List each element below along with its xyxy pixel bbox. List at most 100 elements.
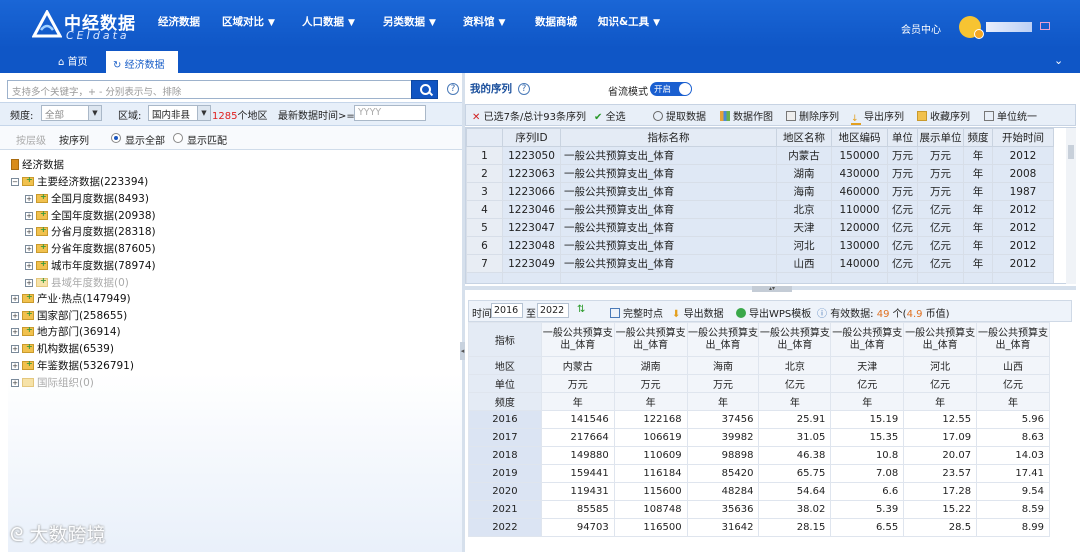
nav-item-5[interactable]: 数据商城 — [535, 14, 577, 29]
splitter-handle-icon[interactable]: ▴▾ — [752, 286, 792, 292]
select-all-button[interactable]: ✔ 全选 — [594, 108, 626, 123]
expand-toggle-icon[interactable]: + — [11, 312, 19, 320]
collapse-handle-icon[interactable]: ◂ — [460, 342, 465, 360]
mail-icon[interactable] — [1040, 22, 1050, 30]
by-level-tab[interactable]: 按层级 — [16, 132, 46, 147]
chevron-down-icon[interactable]: ⌄ — [1054, 54, 1063, 67]
favorite-series-button[interactable]: 收藏序列 — [917, 108, 970, 123]
delete-series-button[interactable]: 删除序列 — [786, 108, 839, 123]
tab-economic-data[interactable]: ↻ 经济数据 — [106, 51, 178, 73]
table-row[interactable]: 3 1223066 一般公共预算支出_体育 海南 460000 万元 万元年 1987 — [466, 182, 1054, 201]
cell-unit: 万元 — [887, 146, 918, 165]
tree-node[interactable]: + 全国月度数据(8493) — [25, 191, 149, 206]
member-center-link[interactable]: 会员中心 — [901, 21, 941, 36]
table-row[interactable]: 5 1223047 一般公共预算支出_体育 天津 120000 亿元 亿元年 2012 — [466, 218, 1054, 237]
freq-select[interactable]: 全部 ▼ — [41, 105, 102, 121]
grid-col-header[interactable]: 频度 — [963, 128, 993, 147]
search-button[interactable] — [411, 80, 438, 99]
series-unit: 亿元 — [976, 374, 1050, 393]
data-row[interactable]: 2018 149880 110609 98898 46.38 10.8 20.07 14.03 — [468, 446, 1050, 465]
table-row[interactable]: 2 1223063 一般公共预算支出_体育 湖南 430000 万元 万元年 2008 — [466, 164, 1054, 183]
data-row[interactable]: 2022 94703 116500 31642 28.15 6.55 28.5 8.99 — [468, 518, 1050, 537]
expand-toggle-icon[interactable]: − — [11, 178, 19, 186]
tree-root[interactable]: 经济数据 — [11, 157, 64, 172]
tree-node[interactable]: + 地方部门(36914) — [11, 324, 121, 339]
expand-toggle-icon[interactable]: + — [11, 345, 19, 353]
cell-region: 内蒙古 — [776, 146, 832, 165]
expand-toggle-icon[interactable]: + — [25, 212, 33, 220]
tree-node[interactable]: − 主要经济数据(223394) — [11, 174, 148, 189]
cell-name: 一般公共预算支出_体育 — [560, 236, 777, 255]
show-all-radio[interactable] — [111, 133, 121, 143]
grid-col-header[interactable]: 地区名称 — [776, 128, 832, 147]
region-select[interactable]: 国内非县 ▼ — [148, 105, 211, 121]
tab-home[interactable]: ⌂ 首页 — [58, 53, 88, 68]
clear-selection-button[interactable]: ✕ 已选7条/总计93条序列 — [472, 108, 586, 123]
nav-item-2[interactable]: 人口数据 ▼ — [302, 14, 355, 29]
grid-col-header[interactable]: 序列ID — [502, 128, 561, 147]
expand-toggle-icon[interactable]: + — [11, 362, 19, 370]
table-row[interactable]: 7 1223049 一般公共预算支出_体育 山西 140000 亿元 亿元年 2012 — [466, 254, 1054, 273]
grid-col-header[interactable]: 开始时间 — [992, 128, 1054, 147]
nav-item-1[interactable]: 区域对比 ▼ — [222, 14, 275, 29]
nav-item-3[interactable]: 另类数据 ▼ — [383, 14, 436, 29]
cell-cut — [963, 272, 993, 283]
tree-node[interactable]: + 分省月度数据(28318) — [25, 224, 156, 239]
grid-scrollbar-thumb[interactable] — [1068, 145, 1074, 159]
avatar[interactable] — [959, 16, 984, 39]
nav-item-0[interactable]: 经济数据 — [158, 14, 200, 29]
show-match-radio[interactable] — [173, 133, 183, 143]
sort-arrows-icon[interactable]: ⇅ — [577, 304, 585, 315]
extract-data-button[interactable]: 提取数据 — [653, 108, 706, 123]
tree-node[interactable]: + 全国年度数据(20938) — [25, 208, 156, 223]
value-cell: 15.22 — [903, 500, 978, 519]
expand-toggle-icon[interactable]: + — [25, 262, 33, 270]
tree-node[interactable]: + 机构数据(6539) — [11, 341, 114, 356]
expand-toggle-icon[interactable]: + — [11, 295, 19, 303]
export-data-button[interactable]: ⬇ 导出数据 — [672, 305, 724, 320]
grid-col-header[interactable]: 单位 — [887, 128, 918, 147]
unify-unit-button[interactable]: 单位统一 — [984, 108, 1037, 123]
export-wps-button[interactable]: 导出WPS模板 — [736, 305, 811, 320]
table-row[interactable]: 6 1223048 一般公共预算支出_体育 河北 130000 亿元 亿元年 2012 — [466, 236, 1054, 255]
data-row[interactable]: 2019 159441 116184 85420 65.75 7.08 23.57 17.41 — [468, 464, 1050, 483]
tree-node[interactable]: + 国际组织(0) — [11, 375, 94, 390]
nav-item-6[interactable]: 知识&工具 ▼ — [598, 14, 660, 29]
tree-node[interactable]: + 城市年度数据(78974) — [25, 258, 156, 273]
grid-col-header[interactable]: 指标名称 — [560, 128, 777, 147]
tree-node[interactable]: + 年鉴数据(5326791) — [11, 358, 134, 373]
tree-node[interactable]: + 国家部门(258655) — [11, 308, 127, 323]
logo[interactable]: 中经数据 CEIdata — [30, 7, 140, 43]
tree-node[interactable]: + 分省年度数据(87605) — [25, 241, 156, 256]
tree-node[interactable]: + 产业·热点(147949) — [11, 291, 131, 306]
from-year-input[interactable]: 2016 — [491, 303, 523, 318]
grid-col-header[interactable]: 展示单位 — [917, 128, 964, 147]
tree-node[interactable]: + 县域年度数据(0) — [25, 275, 129, 290]
expand-toggle-icon[interactable]: + — [11, 328, 19, 336]
to-year-input[interactable]: 2022 — [537, 303, 569, 318]
expand-toggle-icon[interactable]: + — [11, 379, 19, 387]
expand-toggle-icon[interactable]: + — [25, 228, 33, 236]
data-row[interactable]: 2021 85585 108748 35636 38.02 5.39 15.22 8.59 — [468, 500, 1050, 519]
help-icon[interactable]: ? — [518, 83, 530, 95]
expand-toggle-icon[interactable]: + — [25, 279, 33, 287]
expand-toggle-icon[interactable]: + — [25, 245, 33, 253]
data-row[interactable]: 2016 141546 122168 37456 25.91 15.19 12.55 5.96 — [468, 410, 1050, 429]
grid-col-header[interactable]: 地区编码 — [831, 128, 888, 147]
table-row[interactable]: 1 1223050 一般公共预算支出_体育 内蒙古 150000 万元 万元年 2012 — [466, 146, 1054, 165]
latest-time-input[interactable]: YYYY — [354, 105, 426, 121]
saver-mode-toggle[interactable]: 开启 — [650, 82, 692, 96]
full-period-button[interactable]: 完整时点 — [610, 305, 663, 320]
nav-item-4[interactable]: 资料馆 ▼ — [463, 14, 505, 29]
help-icon[interactable]: ? — [447, 83, 459, 95]
chart-button[interactable]: 数据作图 — [720, 108, 773, 123]
search-input[interactable]: 支持多个关键字，+ - 分别表示与、排除 — [7, 80, 412, 99]
year-cell: 2018 — [468, 446, 542, 465]
expand-toggle-icon[interactable]: + — [25, 195, 33, 203]
table-row-partial[interactable] — [466, 272, 1054, 283]
data-row[interactable]: 2020 119431 115600 48284 54.64 6.6 17.28 9.54 — [468, 482, 1050, 501]
by-sequence-tab[interactable]: 按序列 — [59, 132, 89, 147]
table-row[interactable]: 4 1223046 一般公共预算支出_体育 北京 110000 亿元 亿元年 2012 — [466, 200, 1054, 219]
data-row[interactable]: 2017 217664 106619 39982 31.05 15.35 17.09 8.63 — [468, 428, 1050, 447]
export-series-button[interactable]: ↓ 导出序列 — [851, 108, 904, 125]
